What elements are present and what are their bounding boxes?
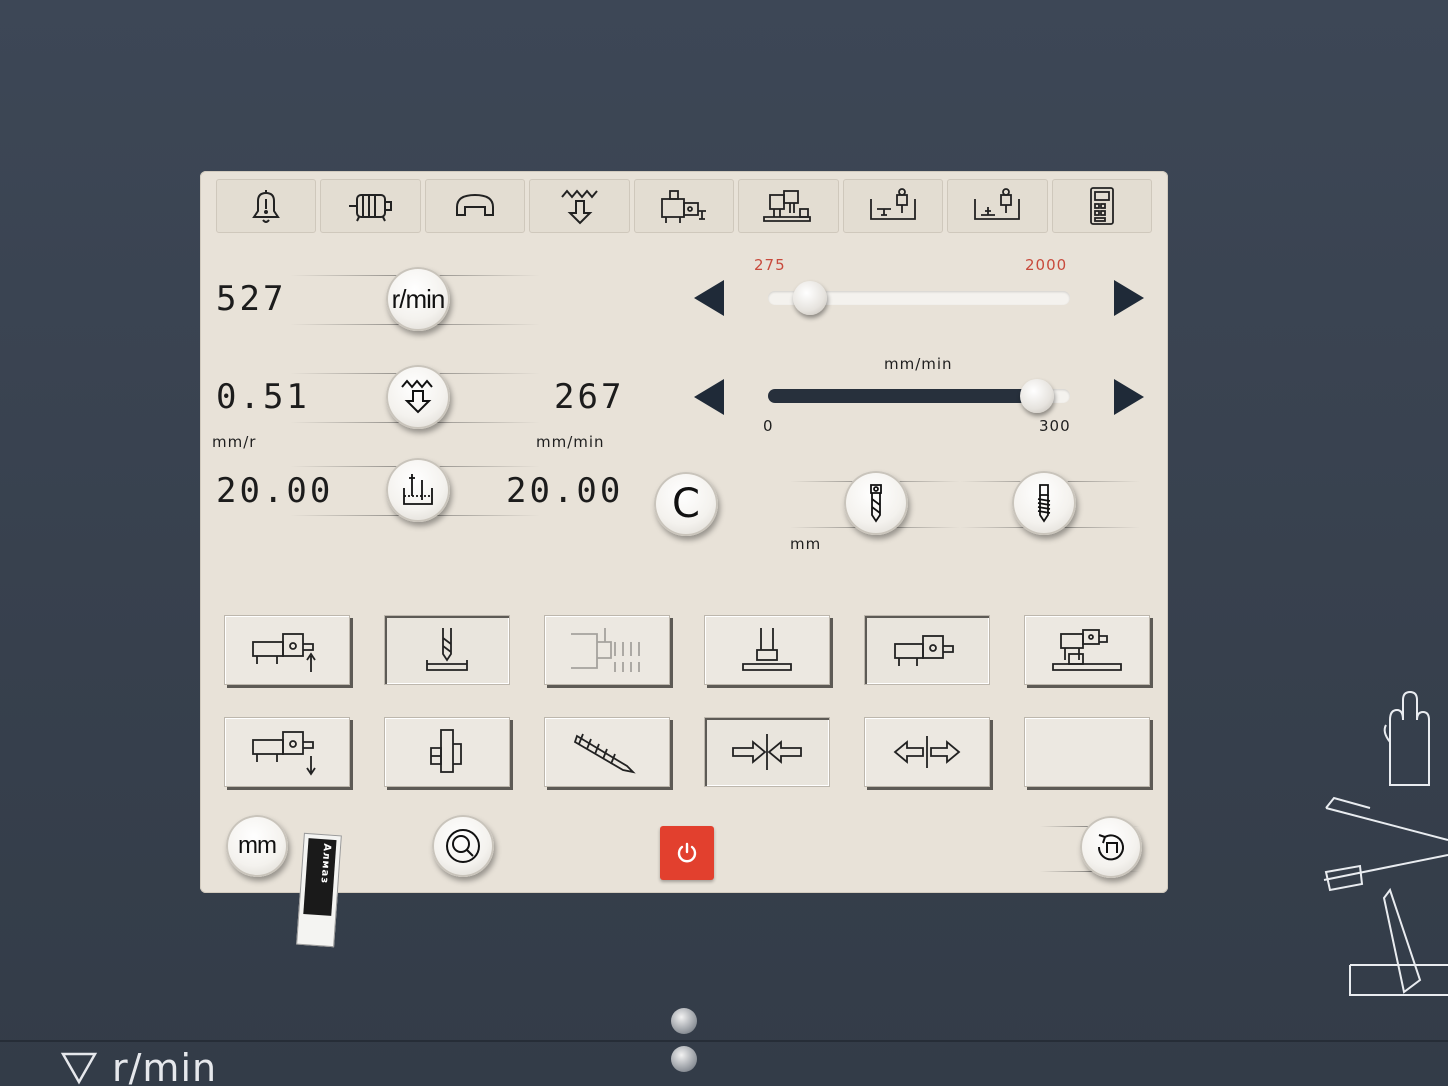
spindle-speed-slider[interactable] (768, 281, 1070, 315)
head-position-icon (894, 635, 954, 666)
tab-motor[interactable] (320, 179, 421, 233)
feed-per-min-readout: 267 (554, 377, 625, 417)
spindle-range-min: 275 (754, 256, 786, 274)
drill-bit-icon (870, 484, 882, 523)
traverse-up-button[interactable] (224, 615, 350, 685)
operator-safety-graphic (1323, 690, 1448, 996)
tapping-depth-knob[interactable] (1012, 471, 1076, 535)
tab-machine-tool[interactable] (633, 179, 735, 233)
drill-mode-button[interactable] (384, 615, 510, 685)
centering-in-icon (732, 734, 802, 770)
tab-table-right[interactable] (947, 179, 1048, 233)
feed-range-min: 0 (763, 417, 774, 435)
function-button-grid (224, 615, 1150, 787)
machine-tool-icon (661, 190, 706, 223)
table-set-icon (1052, 629, 1122, 671)
tab-coolant[interactable] (424, 179, 526, 233)
coolant-icon (456, 193, 495, 216)
feed-slider[interactable] (768, 379, 1070, 413)
thread-icon (573, 733, 636, 774)
magnifier-icon (446, 829, 480, 863)
feed-down-icon (560, 189, 598, 225)
housing-speed-unit: r/min (112, 1046, 218, 1086)
spindle-speed-readout: 527 (216, 279, 287, 319)
feed-knob[interactable] (386, 365, 450, 429)
screw-lower (671, 1046, 697, 1072)
traverse-up-icon (252, 633, 316, 672)
top-tab-bar (216, 179, 1152, 233)
tapping-mode-icon (571, 628, 640, 672)
empty-button[interactable] (1024, 717, 1150, 787)
drill-depth-icon (403, 474, 433, 505)
clamp-button[interactable] (384, 717, 510, 787)
spindle-stop-button[interactable] (704, 615, 830, 685)
tab-table-left[interactable] (842, 179, 944, 233)
depth-unit: mm (790, 535, 822, 553)
traverse-down-icon (252, 731, 316, 776)
depth-preset-readout: 20.00 (506, 471, 624, 511)
feed-per-min-unit: mm/min (536, 433, 605, 451)
feed-per-rev-readout: 0.51 (216, 377, 310, 417)
feed-increase-arrow[interactable] (1114, 379, 1144, 415)
drill-depth-preset-knob[interactable] (844, 471, 908, 535)
spindle-stop-icon (742, 628, 792, 671)
spindle-speed-increase-arrow[interactable] (1114, 280, 1144, 316)
feed-slider-unit: mm/min (884, 355, 953, 373)
unit-toggle-button[interactable]: mm (226, 815, 288, 877)
triangle-down-icon (60, 1052, 98, 1085)
housing-seam (0, 1040, 1448, 1042)
reset-cycle-icon (1097, 834, 1124, 861)
tab-alarm[interactable] (216, 179, 317, 233)
drill-mode-icon (426, 628, 468, 671)
feed-slider-fill (768, 389, 1037, 403)
spindle-speed-knob[interactable]: r/min (386, 267, 450, 331)
spindle-range-max: 2000 (1025, 256, 1068, 274)
table-left-icon (869, 188, 916, 220)
tap-bit-icon (1037, 484, 1051, 523)
feed-down-icon (401, 379, 433, 414)
search-button[interactable] (432, 815, 494, 877)
feed-per-rev-unit: mm/r (212, 433, 257, 451)
depth-actual-readout: 20.00 (216, 471, 334, 511)
calculator-icon (1089, 187, 1114, 225)
depth-knob[interactable] (386, 458, 450, 522)
traverse-down-button[interactable] (224, 717, 350, 787)
centering-out-icon (893, 736, 961, 768)
clear-depth-button[interactable]: C (654, 472, 718, 536)
control-panel: 527 r/min 275 2000 0.51 mm/r 267 mm/min … (200, 171, 1168, 893)
feed-decrease-arrow[interactable] (694, 379, 724, 415)
table-set-button[interactable] (1024, 615, 1150, 685)
tab-feed[interactable] (529, 179, 630, 233)
tab-calculator[interactable] (1051, 179, 1152, 233)
screw-upper (671, 1008, 697, 1034)
power-button[interactable] (660, 826, 714, 880)
feed-range-max: 300 (1039, 417, 1071, 435)
spindle-speed-decrease-arrow[interactable] (694, 280, 724, 316)
spindle-speed-slider-thumb[interactable] (793, 281, 827, 315)
feed-slider-thumb[interactable] (1020, 379, 1054, 413)
thread-button[interactable] (544, 717, 670, 787)
centering-out-button[interactable] (864, 717, 990, 787)
housing-speed-label: r/min (60, 1046, 217, 1086)
alarm-bell-icon (252, 190, 281, 223)
motor-icon (348, 194, 392, 222)
brand-sticker: Алмаз (296, 832, 342, 948)
tapping-mode-button[interactable] (544, 615, 670, 685)
milling-machine-icon (763, 190, 812, 222)
centering-in-button[interactable] (704, 717, 830, 787)
table-right-icon (974, 188, 1021, 220)
clamp-icon (430, 729, 462, 773)
power-icon (677, 842, 697, 863)
tab-milling[interactable] (738, 179, 839, 233)
reset-button[interactable] (1080, 816, 1142, 878)
head-position-button[interactable] (864, 615, 990, 685)
